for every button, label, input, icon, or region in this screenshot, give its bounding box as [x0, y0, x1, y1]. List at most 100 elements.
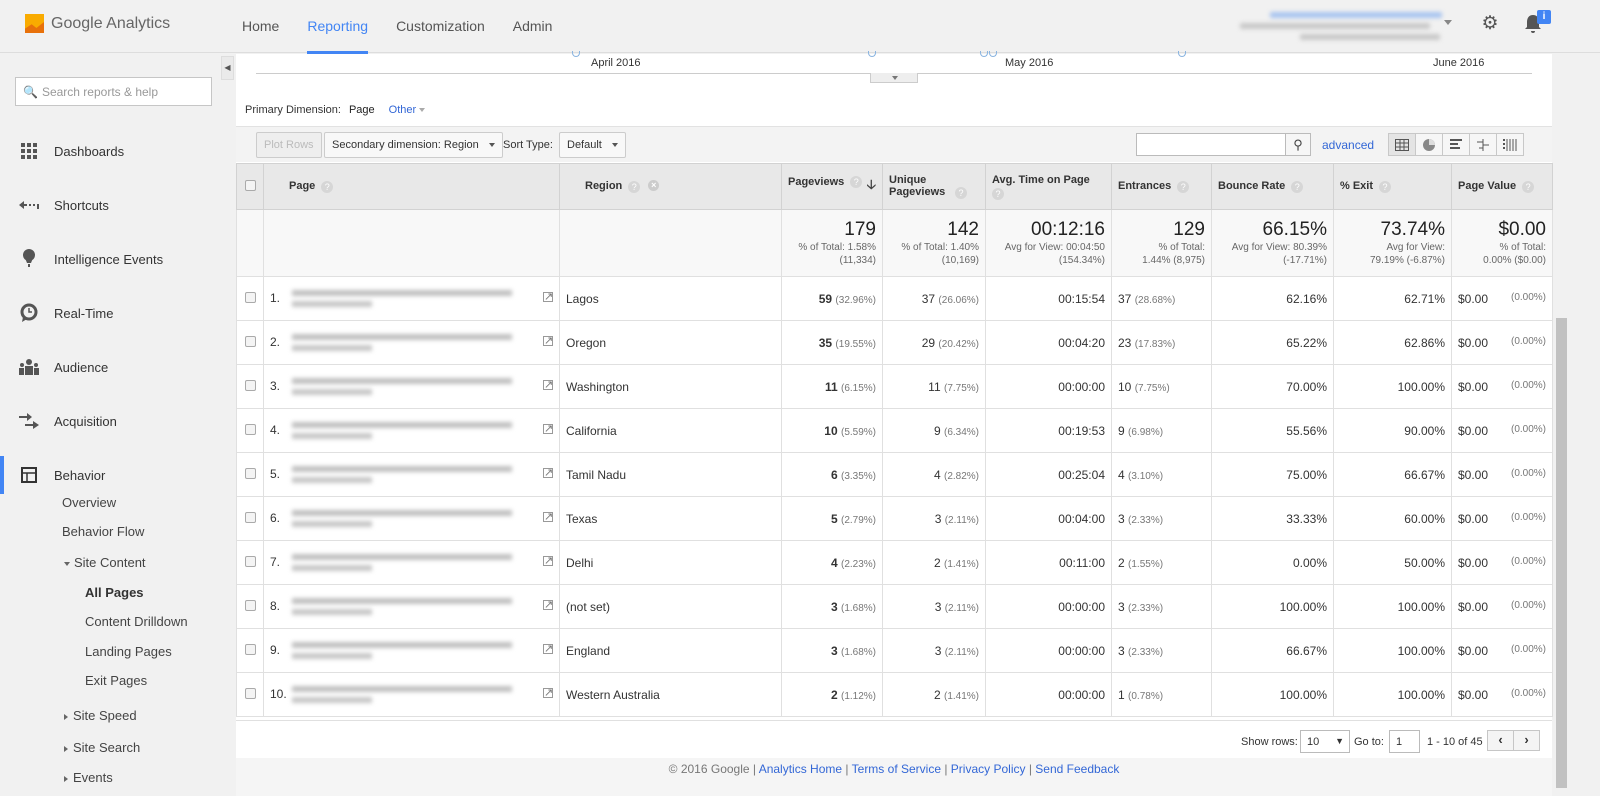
sidebar-item-real-time[interactable]: Real-Time	[0, 286, 220, 340]
annotation-marker[interactable]	[980, 51, 988, 57]
row-checkbox[interactable]	[244, 335, 256, 347]
region-cell[interactable]: Texas	[559, 496, 782, 541]
search-reports-input[interactable]: 🔍 Search reports & help	[15, 77, 212, 106]
scrollbar-thumb[interactable]	[1556, 318, 1567, 788]
page-cell[interactable]: 1. ↗	[263, 276, 560, 321]
nav-home[interactable]: Home	[228, 0, 293, 53]
sidebar-behavior-flow[interactable]: Behavior Flow	[62, 524, 144, 539]
table-filter-input[interactable]	[1136, 133, 1286, 156]
open-page-icon[interactable]: ↗	[543, 556, 553, 567]
page-path-redacted[interactable]	[292, 510, 512, 527]
sidebar-behavior-overview[interactable]: Overview	[62, 495, 116, 510]
nav-reporting[interactable]: Reporting	[293, 0, 382, 54]
column-header-page[interactable]: Page?	[263, 163, 560, 210]
footer-link-analytics-home[interactable]: Analytics Home	[759, 762, 842, 776]
help-icon[interactable]: ?	[628, 180, 641, 193]
column-header-pageviews[interactable]: Pageviews? 🡣	[781, 163, 883, 210]
show-rows-select[interactable]: 10	[1300, 730, 1350, 753]
page-cell[interactable]: 7. ↗	[263, 540, 560, 585]
sidebar-site-speed[interactable]: Site Speed	[64, 708, 137, 723]
row-checkbox[interactable]	[244, 423, 256, 435]
region-cell[interactable]: Lagos	[559, 276, 782, 321]
page-path-redacted[interactable]	[292, 378, 512, 395]
primary-dimension-other[interactable]: Other	[389, 104, 426, 116]
open-page-icon[interactable]: ↗	[543, 292, 553, 303]
row-checkbox[interactable]	[244, 291, 256, 303]
annotation-marker[interactable]	[989, 51, 997, 57]
nav-customization[interactable]: Customization	[382, 0, 499, 53]
sidebar-content-drilldown[interactable]: Content Drilldown	[85, 614, 188, 629]
page-cell[interactable]: 3. ↗	[263, 364, 560, 409]
footer-link-privacy[interactable]: Privacy Policy	[951, 762, 1026, 776]
collapse-sidebar-button[interactable]: ◀	[221, 56, 234, 80]
open-page-icon[interactable]: ↗	[543, 688, 553, 699]
sidebar-item-intelligence-events[interactable]: Intelligence Events	[0, 232, 220, 286]
column-header-bounce-rate[interactable]: Bounce Rate?	[1211, 163, 1334, 210]
page-cell[interactable]: 5. ↗	[263, 452, 560, 497]
help-icon[interactable]: ?	[1522, 180, 1535, 193]
annotations-toggle[interactable]	[870, 73, 918, 83]
column-header-exit[interactable]: % Exit?	[1333, 163, 1452, 210]
help-icon[interactable]: ?	[1291, 180, 1304, 193]
column-header-page-value[interactable]: Page Value?	[1451, 163, 1553, 210]
region-cell[interactable]: Oregon	[559, 320, 782, 365]
page-cell[interactable]: 9. ↗	[263, 628, 560, 673]
open-page-icon[interactable]: ↗	[543, 380, 553, 391]
page-cell[interactable]: 8. ↗	[263, 584, 560, 629]
open-page-icon[interactable]: ↗	[543, 468, 553, 479]
footer-link-feedback[interactable]: Send Feedback	[1035, 762, 1119, 776]
open-page-icon[interactable]: ↗	[543, 424, 553, 435]
next-page-button[interactable]: ›	[1513, 730, 1540, 751]
help-icon[interactable]: ?	[1177, 180, 1190, 193]
nav-admin[interactable]: Admin	[499, 0, 567, 53]
page-path-redacted[interactable]	[292, 466, 512, 483]
sidebar-site-search[interactable]: Site Search	[64, 740, 140, 755]
help-icon[interactable]: ?	[955, 186, 967, 199]
footer-link-terms[interactable]: Terms of Service	[852, 762, 941, 776]
page-path-redacted[interactable]	[292, 554, 512, 571]
sort-type-dropdown[interactable]: Default	[559, 132, 626, 158]
select-all-checkbox[interactable]	[244, 179, 256, 191]
sidebar-item-acquisition[interactable]: Acquisition	[0, 394, 220, 448]
column-header-avg-time[interactable]: Avg. Time on Page?	[985, 163, 1112, 210]
pie-chart-icon[interactable]	[1415, 133, 1443, 156]
sidebar-events[interactable]: Events	[64, 770, 113, 785]
gear-icon[interactable]: ⚙	[1480, 14, 1500, 34]
help-icon[interactable]: ?	[992, 187, 1004, 200]
region-cell[interactable]: (not set)	[559, 584, 782, 629]
sidebar-item-shortcuts[interactable]: Shortcuts	[0, 178, 220, 232]
google-analytics-logo[interactable]: Google Analytics	[25, 14, 170, 33]
row-checkbox[interactable]	[244, 467, 256, 479]
sidebar-item-behavior[interactable]: Behavior	[0, 448, 220, 502]
page-path-redacted[interactable]	[292, 334, 512, 351]
annotation-marker[interactable]	[572, 51, 580, 57]
page-path-redacted[interactable]	[292, 290, 512, 307]
region-cell[interactable]: Tamil Nadu	[559, 452, 782, 497]
page-path-redacted[interactable]	[292, 642, 512, 659]
column-header-unique-pageviews[interactable]: Unique Pageviews?	[882, 163, 986, 210]
open-page-icon[interactable]: ↗	[543, 336, 553, 347]
row-checkbox[interactable]	[244, 555, 256, 567]
account-dropdown-icon[interactable]	[1444, 20, 1452, 25]
page-path-redacted[interactable]	[292, 686, 512, 703]
page-cell[interactable]: 2. ↗	[263, 320, 560, 365]
comparison-icon[interactable]	[1469, 133, 1497, 156]
primary-dimension-page[interactable]: Page	[349, 104, 375, 116]
annotation-marker[interactable]	[868, 51, 876, 57]
remove-dimension-icon[interactable]: ×	[648, 180, 660, 192]
row-checkbox[interactable]	[244, 687, 256, 699]
open-page-icon[interactable]: ↗	[543, 600, 553, 611]
region-cell[interactable]: Washington	[559, 364, 782, 409]
page-cell[interactable]: 4. ↗	[263, 408, 560, 453]
pivot-icon[interactable]	[1496, 133, 1524, 156]
row-checkbox[interactable]	[244, 511, 256, 523]
annotation-marker[interactable]	[1178, 51, 1186, 57]
advanced-filter-link[interactable]: advanced	[1322, 138, 1374, 152]
region-cell[interactable]: Western Australia	[559, 672, 782, 717]
help-icon[interactable]: ?	[850, 175, 863, 188]
sidebar-exit-pages[interactable]: Exit Pages	[85, 673, 147, 688]
sidebar-item-audience[interactable]: Audience	[0, 340, 220, 394]
goto-input[interactable]: 1	[1389, 730, 1420, 753]
row-checkbox[interactable]	[244, 379, 256, 391]
search-icon[interactable]: ⚲	[1285, 133, 1311, 156]
